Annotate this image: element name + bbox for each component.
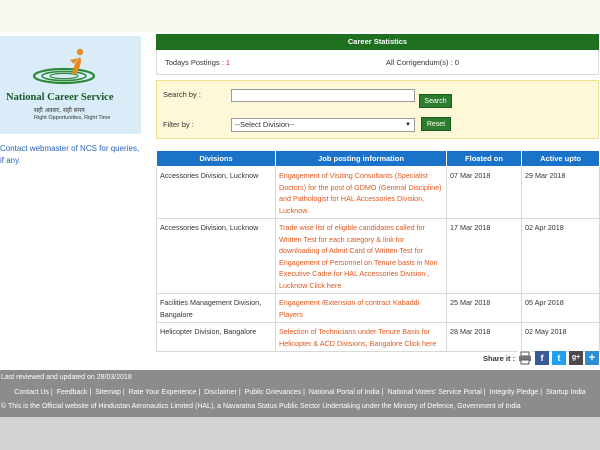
share-label: Share it : (483, 354, 516, 363)
cell-active-upto: 02 May 2018 (521, 322, 600, 352)
cell-active-upto: 02 Apr 2018 (521, 218, 600, 294)
corrigendum-count: 0 (454, 58, 459, 67)
footer-links: Contact Us | Feedback | Sitemap | Rate Your… (14, 389, 586, 396)
reset-button[interactable]: Reset (421, 117, 451, 131)
career-stats-title: Career Statistics (156, 34, 599, 50)
column-header-job-info: Job posting information (275, 150, 447, 167)
contact-webmaster-link[interactable]: Contact webmaster of NCS for queries, if… (0, 143, 140, 167)
cell-active-upto: 29 Mar 2018 (521, 166, 600, 219)
print-icon[interactable] (518, 351, 532, 365)
addthis-plus-icon[interactable]: + (585, 351, 599, 365)
all-corrigendums: All Corrigendum(s) : 0 (386, 58, 459, 67)
chevron-down-icon: ▼ (405, 122, 411, 128)
cell-job-link[interactable]: Selection of Technicians under Tenure Ba… (275, 322, 447, 352)
cell-division: Accessories Division, Lucknow (156, 166, 276, 219)
ncs-logo[interactable]: National Career Service सही अवसर, सही सम… (0, 36, 141, 134)
footer-link-integrity-pledge[interactable]: Integrity Pledge (490, 389, 539, 396)
footer-link-disclaimer[interactable]: Disclaimer (204, 389, 237, 396)
share-bar: Share it : f t g+ + (480, 350, 600, 366)
todays-postings-count[interactable]: 1 (226, 58, 230, 67)
table-row: Accessories Division, Lucknow Engagement… (156, 166, 600, 219)
cell-division: Facilities Management Division, Bangalor… (156, 293, 276, 323)
column-header-floated-on: Floated on (446, 150, 522, 167)
bottom-strip (0, 417, 600, 450)
division-select[interactable]: --Select Division-- ▼ (231, 118, 415, 132)
cell-floated-on: 25 Mar 2018 (446, 293, 522, 323)
facebook-icon[interactable]: f (535, 351, 549, 365)
cell-job-link[interactable]: Trade wise list of eligible candidates c… (275, 218, 447, 294)
footer-link-startup-india[interactable]: Startup India (546, 389, 586, 396)
top-strip (0, 0, 600, 32)
google-plus-icon[interactable]: g+ (569, 351, 583, 365)
career-stats-panel: Todays Postings : 1 All Corrigendum(s) :… (156, 50, 599, 75)
ncs-emblem-icon (32, 48, 96, 85)
footer-link-contact-us[interactable]: Contact Us (14, 389, 49, 396)
cell-active-upto: 05 Apr 2018 (521, 293, 600, 323)
division-select-value: --Select Division-- (235, 120, 295, 129)
cell-job-link[interactable]: Engagement /Extension of contract Kabadd… (275, 293, 447, 323)
cell-division: Accessories Division, Lucknow (156, 218, 276, 294)
logo-tagline: Right Opportunities, Right Time (34, 115, 111, 121)
todays-postings: Todays Postings : 1 (165, 58, 231, 67)
footer-link-voters-portal[interactable]: National Voters' Service Portal (387, 389, 481, 396)
footer-link-national-portal[interactable]: National Portal of India (309, 389, 380, 396)
copyright-text: © This is the Official website of Hindus… (1, 403, 521, 410)
search-input[interactable] (231, 89, 415, 102)
search-by-label: Search by : (163, 90, 201, 99)
corrigendum-label: All Corrigendum(s) (386, 58, 449, 67)
footer-link-public-grievances[interactable]: Public Grievances (245, 389, 301, 396)
cell-job-link[interactable]: Engagement of Visiting Consultants (Spec… (275, 166, 447, 219)
cell-floated-on: 28 Mar 2018 (446, 322, 522, 352)
footer-link-rate-experience[interactable]: Rate Your Experience (129, 389, 197, 396)
job-postings-table: Divisions Job posting information Floate… (156, 150, 600, 352)
search-button[interactable]: Search (419, 94, 452, 108)
table-row: Facilities Management Division, Bangalor… (156, 293, 600, 323)
footer-link-sitemap[interactable]: Sitemap (95, 389, 121, 396)
logo-title: National Career Service (6, 92, 114, 103)
table-row: Accessories Division, Lucknow Trade wise… (156, 218, 600, 294)
cell-division: Helicopter Division, Bangalore (156, 322, 276, 352)
last-reviewed-text: Last reviewed and updated on 28/03/2018 (1, 374, 132, 381)
footer: Last reviewed and updated on 28/03/2018 … (0, 370, 600, 417)
table-row: Helicopter Division, Bangalore Selection… (156, 322, 600, 352)
column-header-divisions: Divisions (156, 150, 276, 167)
todays-postings-label: Todays Postings (165, 58, 220, 67)
column-header-active-upto: Active upto (521, 150, 600, 167)
footer-link-feedback[interactable]: Feedback (57, 389, 88, 396)
table-header-row: Divisions Job posting information Floate… (156, 150, 600, 167)
twitter-icon[interactable]: t (552, 351, 566, 365)
cell-floated-on: 07 Mar 2018 (446, 166, 522, 219)
logo-hindi-tagline: सही अवसर, सही समय (34, 107, 85, 114)
search-panel: Search by : Search Filter by : --Select … (156, 80, 599, 139)
cell-floated-on: 17 Mar 2018 (446, 218, 522, 294)
filter-by-label: Filter by : (163, 120, 194, 129)
